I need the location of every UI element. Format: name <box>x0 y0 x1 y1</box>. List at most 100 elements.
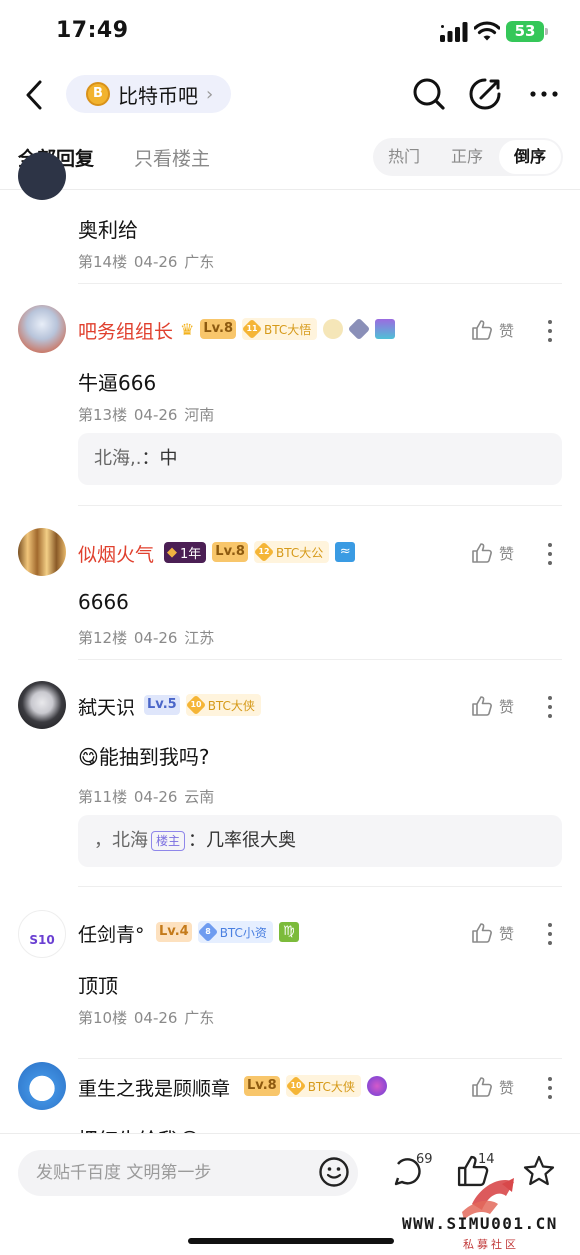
post-divider <box>78 886 562 887</box>
floor-number: 第13楼 <box>78 406 128 424</box>
title-badge: 12 BTC大公 <box>253 541 330 563</box>
like-label: 赞 <box>499 924 515 943</box>
sort-ascending[interactable]: 正序 <box>451 138 483 176</box>
title-badge: 10 BTC大侠 <box>185 694 261 716</box>
status-time: 17:49 <box>56 18 129 43</box>
sort-descending[interactable]: 倒序 <box>499 140 561 174</box>
like-button[interactable]: 赞 <box>471 319 514 341</box>
post-meta: 第11楼 04-26 云南 <box>78 786 214 807</box>
level-badge: Lv.4 <box>156 922 192 942</box>
post-divider <box>78 505 562 506</box>
more-vertical-icon[interactable] <box>545 695 555 719</box>
chevron-right-icon: › <box>206 83 214 105</box>
back-arrow-icon[interactable] <box>22 78 48 112</box>
post-meta: 第14楼 04-26 广东 <box>78 251 214 272</box>
post-content: 牛逼666 <box>78 371 157 395</box>
user-badges: Lv.4 8 BTC小资 ♍ <box>150 921 299 943</box>
avatar[interactable] <box>18 1062 66 1110</box>
thumb-up-icon <box>472 923 492 943</box>
like-button[interactable]: 赞 <box>471 542 514 564</box>
avatar[interactable] <box>18 305 66 353</box>
floor-number: 第12楼 <box>78 629 128 647</box>
post-date: 04-26 <box>133 1009 178 1027</box>
title-badge: 8 BTC小资 <box>197 921 273 943</box>
user-badges: Lv.8 10 BTC大侠 <box>238 1075 387 1097</box>
post-content: 😋能抽到我吗? <box>78 745 210 769</box>
emoji-icon[interactable] <box>318 1156 350 1188</box>
more-vertical-icon[interactable] <box>545 319 555 343</box>
avatar[interactable] <box>18 528 66 576</box>
post-meta: 第13楼 04-26 河南 <box>78 404 214 425</box>
tab-op-only[interactable]: 只看楼主 <box>134 144 210 171</box>
user-badges: Lv.5 10 BTC大侠 <box>138 694 261 716</box>
search-icon[interactable] <box>411 76 447 112</box>
title-badge: 10 BTC大侠 <box>285 1075 361 1097</box>
post-date: 04-26 <box>133 629 178 647</box>
graduate-badge-icon <box>375 319 396 339</box>
like-button[interactable]: 赞 <box>471 922 514 944</box>
username[interactable]: 吧务组组长 <box>78 317 173 344</box>
edit-post-icon[interactable] <box>467 76 503 112</box>
more-vertical-icon[interactable] <box>545 542 555 566</box>
floor-number: 第10楼 <box>78 1009 128 1027</box>
like-label: 赞 <box>499 544 515 563</box>
sub-reply-author[interactable]: 北海,. <box>94 448 141 469</box>
avatar[interactable]: S10 <box>18 910 66 958</box>
user-badges: ◆ 1年 Lv.8 12 BTC大公 ≈ <box>158 541 356 563</box>
like-button[interactable]: 赞 <box>471 1076 514 1098</box>
reply-tabs: 全部回复 只看楼主 热门 正序 倒序 <box>0 134 580 180</box>
floor-number: 第11楼 <box>78 788 128 806</box>
level-badge: Lv.8 <box>212 542 248 562</box>
title-badge: 11 BTC大悟 <box>241 318 318 340</box>
avatar[interactable] <box>18 681 66 729</box>
more-vertical-icon[interactable] <box>545 1076 555 1100</box>
comment-count: 69 <box>416 1152 433 1167</box>
username[interactable]: 任剑青° <box>78 920 145 947</box>
forum-name: 比特币吧 <box>118 83 198 108</box>
post-date: 04-26 <box>133 406 178 424</box>
sub-reply[interactable]: 北海,.：中 <box>78 433 562 485</box>
sort-hot[interactable]: 热门 <box>388 138 420 176</box>
post-content: 奥利给 <box>78 218 138 242</box>
watermark-name: 私募社区 <box>463 1238 519 1251</box>
like-button[interactable]: 赞 <box>471 695 514 717</box>
crown-icon: ♛ <box>180 319 195 339</box>
post-divider <box>78 1058 562 1059</box>
pet-badge-icon <box>323 319 344 339</box>
yum-emoji-icon: 😋 <box>78 745 99 769</box>
level-badge: Lv.8 <box>200 319 237 339</box>
bitcoin-icon: B <box>86 82 110 106</box>
post-meta: 第10楼 04-26 广东 <box>78 1007 214 1028</box>
sub-reply-text: ：中 <box>141 448 178 469</box>
avatar[interactable] <box>18 152 66 200</box>
like-label: 赞 <box>499 697 515 716</box>
rank-badge-icon <box>347 317 371 341</box>
thumb-up-icon <box>472 696 492 716</box>
post-date: 04-26 <box>133 788 178 806</box>
sub-reply[interactable]: ，北海 楼主 ：几率很大奥 <box>78 815 562 867</box>
username[interactable]: 似烟火气 <box>78 540 154 567</box>
thumb-up-icon <box>472 543 492 563</box>
reply-input[interactable]: 发贴千百度 文明第一步 <box>18 1150 358 1196</box>
post-region: 广东 <box>184 1009 215 1027</box>
more-vertical-icon[interactable] <box>545 922 555 946</box>
aquarius-icon: ≈ <box>335 542 356 562</box>
sort-toggle: 热门 正序 倒序 <box>373 138 563 176</box>
username[interactable]: 弑天识 <box>78 693 135 720</box>
post-meta: 第12楼 04-26 江苏 <box>78 627 214 648</box>
username[interactable]: 重生之我是顾顺章 <box>78 1074 230 1101</box>
sub-reply-text: ：几率很大奥 <box>188 830 297 851</box>
status-bar: 17:49 53 <box>0 0 580 62</box>
post-date: 04-26 <box>133 253 178 271</box>
watermark-url: WWW.SIMU001.CN <box>402 1214 558 1233</box>
virgo-icon: ♍ <box>278 922 299 942</box>
member-years-badge: ◆ 1年 <box>164 541 207 563</box>
more-options-icon[interactable] <box>527 76 563 112</box>
thumb-up-icon <box>472 1077 492 1097</box>
post-region: 广东 <box>184 253 215 271</box>
forum-name-pill[interactable]: B 比特币吧 › <box>66 75 231 113</box>
header-divider <box>0 189 580 190</box>
level-badge: Lv.8 <box>244 1076 280 1096</box>
battery-indicator: 53 <box>506 21 548 42</box>
sub-reply-author[interactable]: ，北海 <box>94 830 148 851</box>
